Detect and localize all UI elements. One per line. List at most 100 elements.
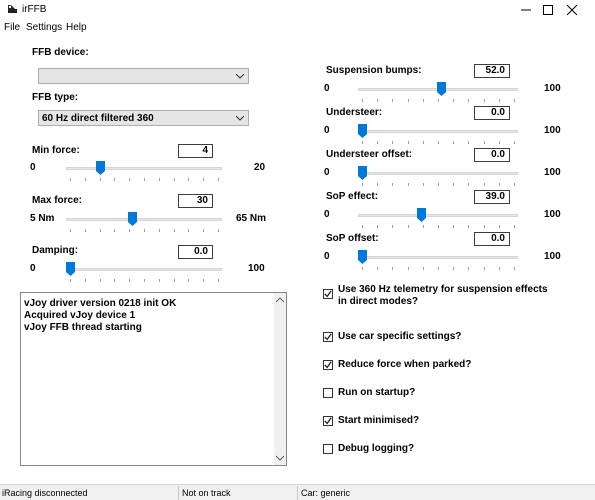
window-title: irFFB <box>22 4 47 15</box>
slider-tick <box>392 99 393 102</box>
slider-tick <box>144 178 145 181</box>
slider-thumb[interactable] <box>358 124 367 138</box>
slider-tick <box>114 279 115 282</box>
slider-track[interactable] <box>66 218 222 221</box>
reduce-force-checkbox[interactable] <box>323 360 333 370</box>
damping-field[interactable]: 0.0 <box>178 245 213 259</box>
min-force-slider[interactable] <box>66 161 222 181</box>
slider-track[interactable] <box>358 256 518 259</box>
log-line: Acquired vJoy device 1 <box>24 310 136 321</box>
max-force-max: 65 Nm <box>236 213 267 224</box>
max-force-label: Max force: <box>32 195 83 206</box>
ffb-type-value: 60 Hz direct filtered 360 <box>42 113 154 124</box>
log-output[interactable]: vJoy driver version 0218 init OK Acquire… <box>20 292 287 466</box>
slider-tick <box>453 99 454 102</box>
damping-max: 100 <box>248 263 265 274</box>
menu-settings[interactable]: Settings <box>26 22 62 33</box>
slider-tick <box>159 229 160 232</box>
slider-thumb[interactable] <box>128 212 137 226</box>
slider-track[interactable] <box>66 268 222 271</box>
slider-tick <box>499 183 500 186</box>
suspension-bumps-max: 100 <box>544 83 561 94</box>
app-icon <box>8 5 17 13</box>
slider-thumb[interactable] <box>358 250 367 264</box>
slider-tick <box>392 267 393 270</box>
slider-thumb[interactable] <box>66 262 75 276</box>
status-car: Car: generic <box>301 488 351 498</box>
close-button[interactable] <box>549 0 595 20</box>
slider-tick <box>362 225 363 228</box>
slider-tick <box>203 229 204 232</box>
damping-slider[interactable] <box>66 262 222 282</box>
slider-tick <box>499 99 500 102</box>
slider-tick <box>438 225 439 228</box>
slider-track[interactable] <box>358 130 518 133</box>
status-track: Not on track <box>182 488 231 498</box>
ffb-device-select[interactable] <box>38 68 249 84</box>
start-minimised-checkbox[interactable] <box>323 416 333 426</box>
sop-offset-label: SoP offset: <box>326 233 379 244</box>
log-scrollbar[interactable] <box>274 293 286 465</box>
slider-tick <box>362 99 363 102</box>
understeer-offset-slider[interactable] <box>358 166 518 186</box>
understeer-field[interactable]: 0.0 <box>474 106 510 120</box>
understeer-offset-field[interactable]: 0.0 <box>474 148 510 162</box>
slider-tick <box>438 99 439 102</box>
slider-tick <box>423 225 424 228</box>
slider-tick <box>453 183 454 186</box>
sop-offset-slider[interactable] <box>358 250 518 270</box>
understeer-max: 100 <box>544 125 561 136</box>
damping-label: Damping: <box>32 245 79 256</box>
max-force-slider[interactable] <box>66 212 222 232</box>
slider-tick <box>408 99 409 102</box>
run-on-startup-checkbox[interactable] <box>323 388 333 398</box>
slider-track[interactable] <box>358 214 518 217</box>
sop-effect-slider[interactable] <box>358 208 518 228</box>
slider-thumb[interactable] <box>358 166 367 180</box>
slider-thumb[interactable] <box>96 161 105 175</box>
slider-tick <box>174 279 175 282</box>
use-360-label-line2: in direct modes? <box>338 296 419 307</box>
chevron-down-icon <box>236 74 244 79</box>
checkmark-icon <box>324 290 332 298</box>
slider-tick <box>129 279 130 282</box>
slider-thumb[interactable] <box>417 208 426 222</box>
checkmark-icon <box>324 417 332 425</box>
checkmark-icon <box>324 361 332 369</box>
car-specific-checkbox[interactable] <box>323 332 333 342</box>
slider-tick <box>453 225 454 228</box>
slider-tick <box>100 229 101 232</box>
scroll-down-icon[interactable] <box>276 455 284 461</box>
slider-track[interactable] <box>66 167 222 170</box>
slider-tick <box>392 225 393 228</box>
menu-help[interactable]: Help <box>66 22 87 33</box>
slider-tick <box>484 225 485 228</box>
slider-tick <box>438 183 439 186</box>
slider-tick <box>468 141 469 144</box>
reduce-force-label: Reduce force when parked? <box>338 359 472 370</box>
slider-tick <box>377 267 378 270</box>
max-force-field[interactable]: 30 <box>178 194 213 208</box>
log-line: vJoy driver version 0218 init OK <box>24 298 177 309</box>
use-360-checkbox[interactable] <box>323 289 333 299</box>
slider-tick <box>468 225 469 228</box>
slider-tick <box>70 229 71 232</box>
suspension-bumps-slider[interactable] <box>358 82 518 102</box>
scroll-up-icon[interactable] <box>276 297 284 303</box>
slider-tick <box>377 99 378 102</box>
ffb-type-select[interactable]: 60 Hz direct filtered 360 <box>38 110 249 126</box>
slider-tick <box>218 279 219 282</box>
suspension-bumps-field[interactable]: 52.0 <box>474 64 510 78</box>
min-force-field[interactable]: 4 <box>178 144 213 158</box>
understeer-slider[interactable] <box>358 124 518 144</box>
slider-thumb[interactable] <box>437 82 446 96</box>
sop-effect-field[interactable]: 39.0 <box>474 190 510 204</box>
menu-file[interactable]: File <box>4 22 20 33</box>
slider-tick <box>377 225 378 228</box>
slider-tick <box>203 178 204 181</box>
slider-tick <box>362 141 363 144</box>
debug-logging-checkbox[interactable] <box>323 444 333 454</box>
sop-offset-field[interactable]: 0.0 <box>474 232 510 246</box>
slider-tick <box>453 141 454 144</box>
slider-track[interactable] <box>358 172 518 175</box>
